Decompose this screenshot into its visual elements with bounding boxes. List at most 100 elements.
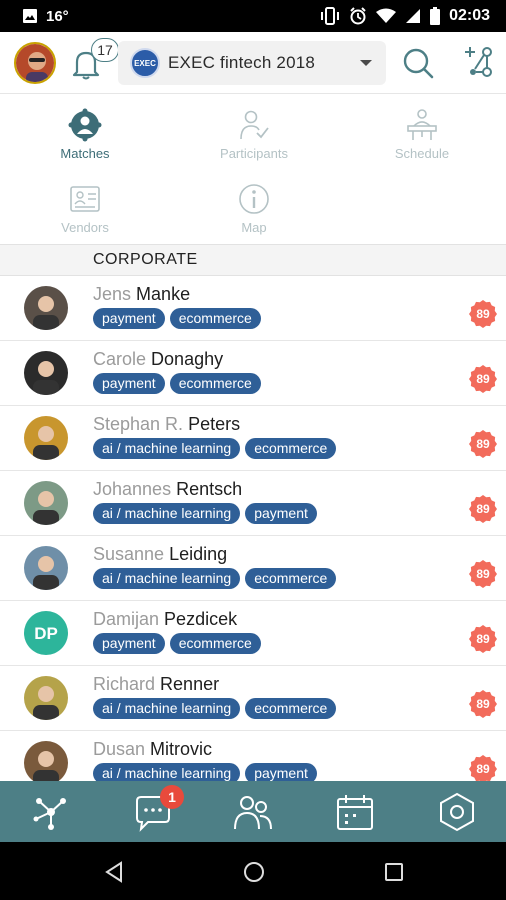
list-item[interactable]: Jens Manke payment ecommerce 89	[0, 276, 506, 341]
list-item[interactable]: Johannes Rentsch ai / machine learning pay…	[0, 471, 506, 536]
interest-tag[interactable]: ecommerce	[169, 633, 261, 654]
match-score-badge: 89	[469, 690, 497, 718]
interest-tag[interactable]: ai / machine learning	[93, 568, 241, 589]
avatar[interactable]	[24, 286, 68, 330]
interest-tag[interactable]: ai / machine learning	[93, 763, 241, 781]
status-bar: 16° 02:03	[0, 0, 506, 32]
hexagon-icon[interactable]	[436, 791, 478, 833]
person-name[interactable]: Dusan Mitrovic	[93, 739, 212, 760]
person-name[interactable]: Susanne Leiding	[93, 544, 227, 565]
map-info-icon	[239, 184, 269, 214]
match-score-badge: 89	[469, 625, 497, 653]
last-name: Donaghy	[151, 349, 224, 369]
match-score-badge: 89	[469, 495, 497, 523]
battery-icon	[430, 7, 441, 25]
bottom-navigation: 1	[0, 781, 506, 842]
match-score-badge: 89	[469, 365, 497, 393]
first-name: Dusan	[93, 739, 146, 759]
tab-matches[interactable]: Matches	[5, 108, 165, 161]
interest-tag[interactable]: ai / machine learning	[93, 503, 241, 524]
people-icon[interactable]	[232, 791, 274, 833]
tab-bar: Matches Participants Schedule Vendors Ma…	[0, 94, 506, 244]
match-score-badge: 89	[469, 300, 497, 328]
interest-tags: ai / machine learning payment	[93, 763, 317, 781]
temperature-text: 16°	[46, 7, 69, 25]
avatar[interactable]	[24, 416, 68, 460]
match-score-value: 89	[476, 567, 490, 581]
person-name[interactable]: Richard Renner	[93, 674, 219, 695]
avatar[interactable]	[24, 546, 68, 590]
first-name: Stephan R.	[93, 414, 184, 434]
participants-icon	[240, 110, 269, 140]
last-name: Mitrovic	[150, 739, 213, 759]
interest-tag[interactable]: payment	[245, 763, 317, 781]
tab-label: Map	[241, 220, 267, 235]
list-item[interactable]: Stephan R. Peters ai / machine learning ec…	[0, 406, 506, 471]
avatar[interactable]	[24, 676, 68, 720]
interest-tags: ai / machine learning payment	[93, 503, 317, 524]
first-name: Susanne	[93, 544, 165, 564]
person-name[interactable]: Carole Donaghy	[93, 349, 223, 370]
network-icon[interactable]	[30, 791, 72, 833]
android-navigation-bar	[0, 842, 506, 900]
list-item[interactable]: Richard Renner ai / machine learning ecomm…	[0, 666, 506, 731]
last-name: Renner	[160, 674, 220, 694]
interest-tag[interactable]: ecommerce	[169, 373, 261, 394]
calendar-icon[interactable]	[334, 791, 376, 833]
interest-tag[interactable]: ecommerce	[245, 438, 337, 459]
interest-tag[interactable]: payment	[93, 633, 165, 654]
interest-tag[interactable]: payment	[245, 503, 317, 524]
first-name: Johannes	[93, 479, 172, 499]
event-logo: EXEC	[130, 48, 160, 78]
search-icon[interactable]	[400, 45, 436, 81]
event-selector-dropdown[interactable]: EXEC EXEC fintech 2018	[118, 41, 386, 85]
person-name[interactable]: Johannes Rentsch	[93, 479, 242, 500]
interest-tag[interactable]: ecommerce	[245, 568, 337, 589]
section-header: CORPORATE	[0, 244, 506, 276]
interest-tag[interactable]: ecommerce	[245, 698, 337, 719]
interest-tag[interactable]: ai / machine learning	[93, 438, 241, 459]
last-name: Rentsch	[176, 479, 243, 499]
avatar[interactable]	[24, 741, 68, 781]
last-name: Leiding	[169, 544, 228, 564]
interest-tags: ai / machine learning ecommerce	[93, 698, 337, 719]
person-name[interactable]: Jens Manke	[93, 284, 190, 305]
list-item[interactable]: DP Damijan Pezdicek payment ecommerce 89	[0, 601, 506, 666]
tab-vendors[interactable]: Vendors	[5, 182, 165, 235]
image-notification-icon	[23, 9, 37, 23]
match-score-value: 89	[476, 632, 490, 646]
user-avatar[interactable]	[14, 42, 56, 84]
avatar[interactable]: DP	[24, 611, 68, 655]
tab-schedule[interactable]: Schedule	[342, 108, 502, 161]
match-score-value: 89	[476, 307, 490, 321]
person-name[interactable]: Damijan Pezdicek	[93, 609, 237, 630]
match-score-badge: 89	[469, 560, 497, 588]
list-item[interactable]: Carole Donaghy payment ecommerce 89	[0, 341, 506, 406]
interest-tag[interactable]: ai / machine learning	[93, 698, 241, 719]
list-item[interactable]: Dusan Mitrovic ai / machine learning payme…	[0, 731, 506, 781]
person-name[interactable]: Stephan R. Peters	[93, 414, 240, 435]
back-icon[interactable]	[102, 860, 126, 884]
tab-participants[interactable]: Participants	[174, 108, 334, 161]
interest-tag[interactable]: payment	[93, 308, 165, 329]
interest-tag[interactable]: payment	[93, 373, 165, 394]
first-name: Damijan	[93, 609, 160, 629]
interest-tags: payment ecommerce	[93, 308, 261, 329]
tab-map[interactable]: Map	[174, 182, 334, 235]
avatar[interactable]	[24, 351, 68, 395]
chat-unread-badge: 1	[160, 785, 184, 809]
avatar[interactable]	[24, 481, 68, 525]
interest-tag[interactable]: ecommerce	[169, 308, 261, 329]
alarm-icon	[350, 7, 366, 25]
last-name: Manke	[136, 284, 191, 304]
first-name: Jens	[93, 284, 132, 304]
list-item[interactable]: Susanne Leiding ai / machine learning ecom…	[0, 536, 506, 601]
chevron-down-icon	[360, 60, 372, 66]
match-score-value: 89	[476, 437, 490, 451]
matches-list[interactable]: Jens Manke payment ecommerce 89 Carole Donag…	[0, 276, 506, 781]
interest-tags: ai / machine learning ecommerce	[93, 568, 337, 589]
tab-label: Participants	[220, 146, 288, 161]
home-icon[interactable]	[242, 860, 266, 884]
add-connection-icon[interactable]	[461, 44, 495, 80]
recents-icon[interactable]	[382, 860, 406, 884]
